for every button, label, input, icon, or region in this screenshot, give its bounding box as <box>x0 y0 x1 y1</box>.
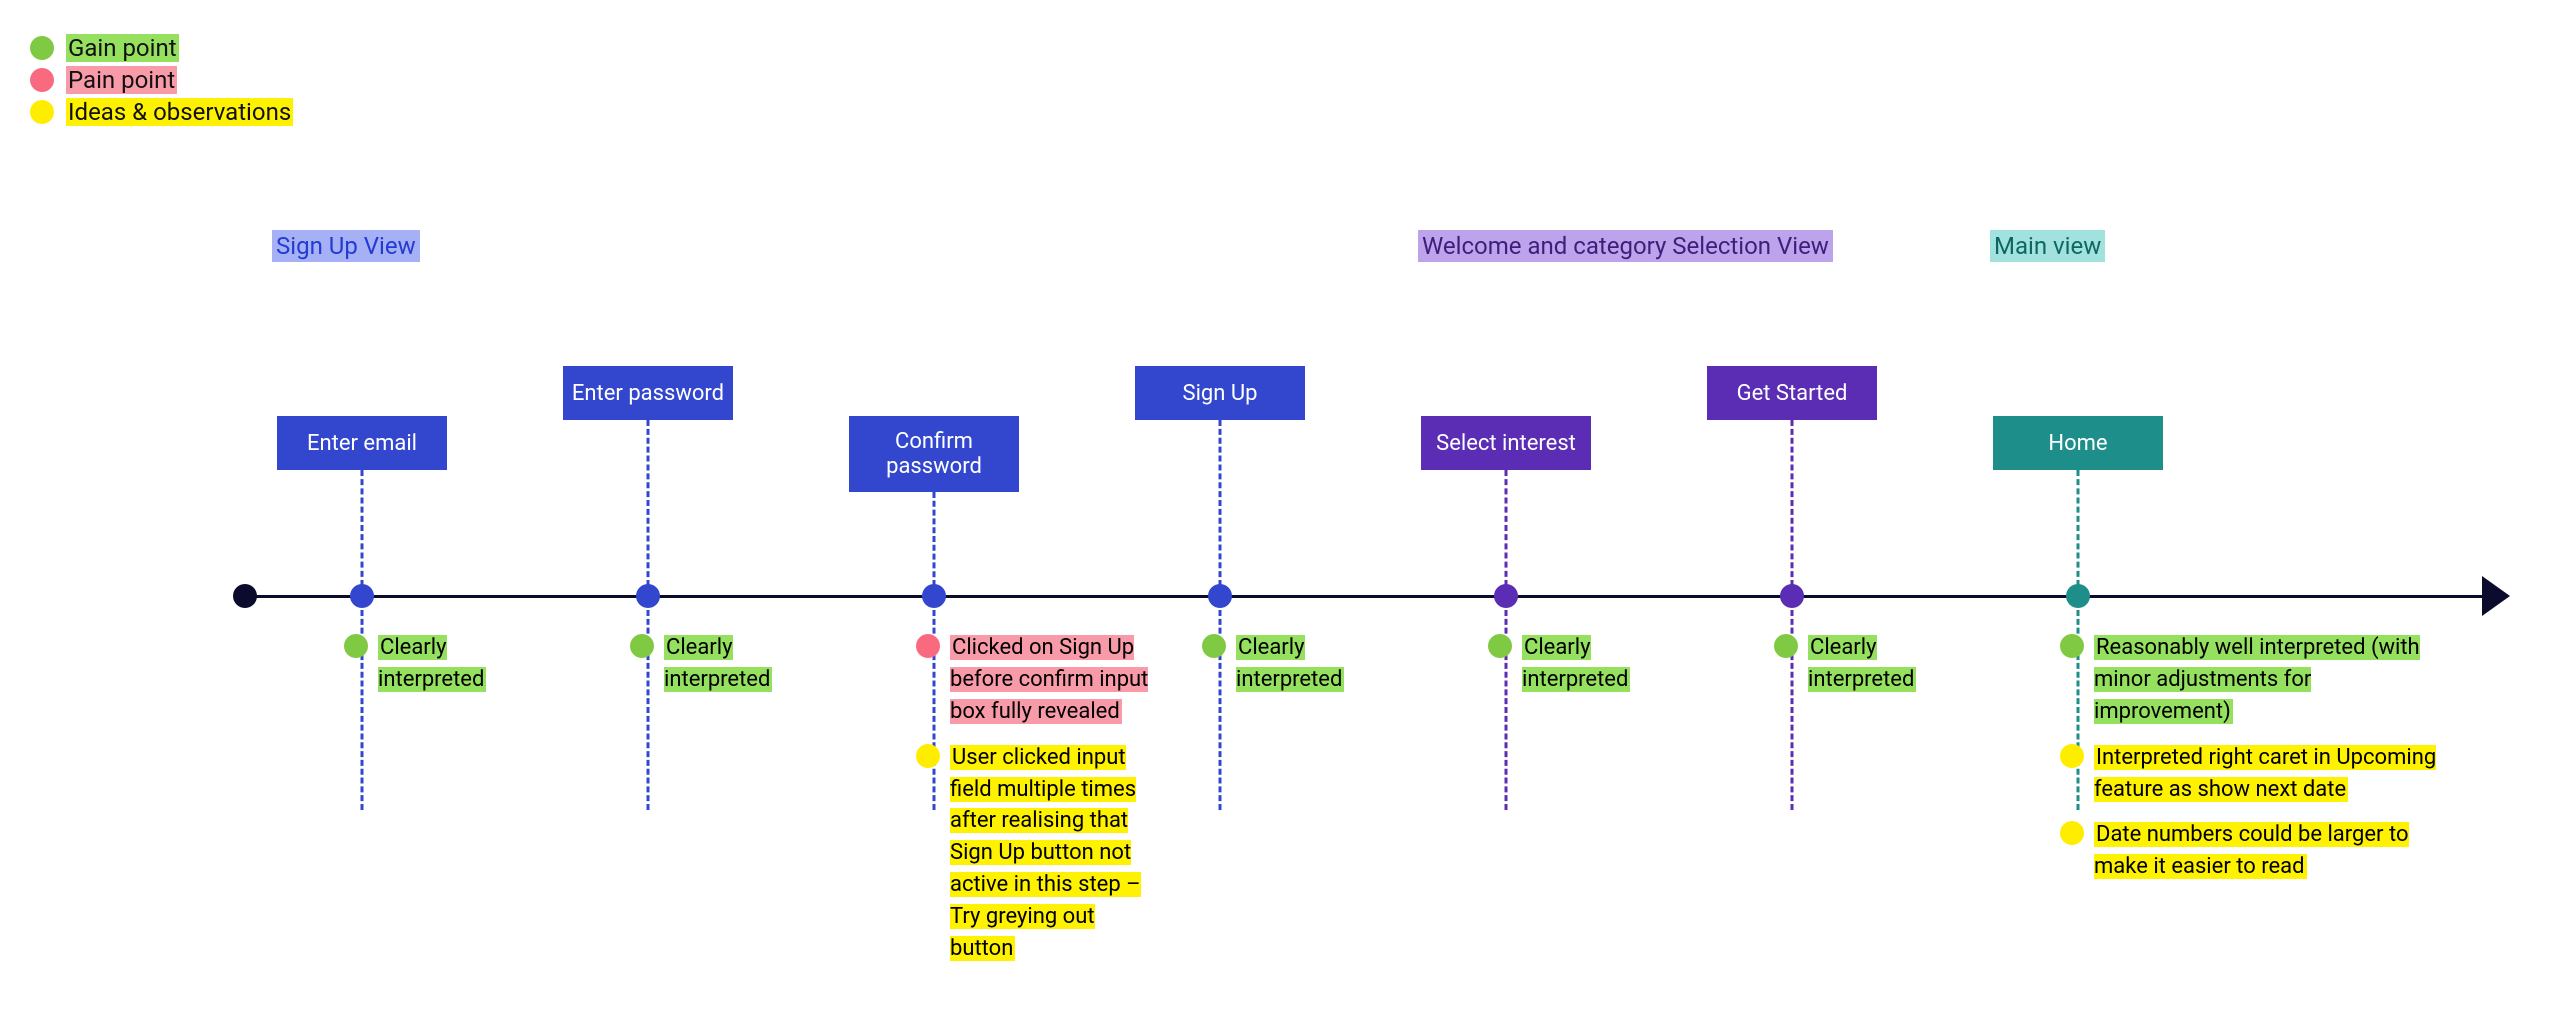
timeline-node-icon <box>1780 584 1804 608</box>
step-home: Home <box>1938 0 2218 470</box>
note-text: Clicked on Sign Up before confirm input … <box>950 635 1148 724</box>
note: Date numbers could be larger to make it … <box>2060 819 2450 883</box>
note-text: Clearly interpreted <box>664 635 772 692</box>
timeline-node-icon <box>1494 584 1518 608</box>
step-sign-up: Sign Up <box>1080 0 1360 420</box>
dot-icon <box>2060 821 2084 845</box>
notes-confirm-password: Clicked on Sign Up before confirm input … <box>916 632 1150 979</box>
dot-icon <box>630 634 654 658</box>
dot-icon <box>30 68 54 92</box>
note-text: User clicked input field multiple times … <box>950 745 1141 961</box>
note: Clearly interpreted <box>1774 632 1978 696</box>
step-enter-password: Enter password <box>508 0 788 420</box>
note: Interpreted right caret in Upcoming feat… <box>2060 742 2450 806</box>
timeline-axis <box>240 595 2493 598</box>
step-select-interest: Select interest <box>1366 0 1646 470</box>
note-text: Clearly interpreted <box>1236 635 1344 692</box>
legend-label: Gain point <box>66 34 179 62</box>
note: Clearly interpreted <box>1488 632 1692 696</box>
step-box: Home <box>1993 416 2163 470</box>
note: Clearly interpreted <box>630 632 834 696</box>
step-confirm-password: Confirm password <box>794 0 1074 492</box>
dot-icon <box>1488 634 1512 658</box>
note-text: Interpreted right caret in Upcoming feat… <box>2094 745 2436 802</box>
step-get-started: Get Started <box>1652 0 1932 420</box>
legend-label: Pain point <box>66 66 177 94</box>
notes-home: Reasonably well interpreted (with minor … <box>2060 632 2450 897</box>
timeline-node-icon <box>2066 584 2090 608</box>
note: Clicked on Sign Up before confirm input … <box>916 632 1150 728</box>
arrow-right-icon <box>2482 576 2510 616</box>
note-text: Clearly interpreted <box>1522 635 1630 692</box>
timeline-node-icon <box>1208 584 1232 608</box>
dot-icon <box>30 100 54 124</box>
note-text: Clearly interpreted <box>378 635 486 692</box>
dot-icon <box>1202 634 1226 658</box>
notes-get-started: Clearly interpreted <box>1774 632 1978 710</box>
step-box: Enter password <box>563 366 733 420</box>
dot-icon <box>916 744 940 768</box>
note-text: Clearly interpreted <box>1808 635 1916 692</box>
dot-icon <box>344 634 368 658</box>
notes-select-interest: Clearly interpreted <box>1488 632 1692 710</box>
note: Clearly interpreted <box>1202 632 1406 696</box>
step-box: Select interest <box>1421 416 1591 470</box>
dot-icon <box>1774 634 1798 658</box>
notes-enter-password: Clearly interpreted <box>630 632 834 710</box>
note-text: Date numbers could be larger to make it … <box>2094 822 2409 879</box>
note: Clearly interpreted <box>344 632 548 696</box>
dot-icon <box>30 36 54 60</box>
step-box: Confirm password <box>849 416 1019 492</box>
timeline-node-icon <box>636 584 660 608</box>
note: Reasonably well interpreted (with minor … <box>2060 632 2450 728</box>
notes-enter-email: Clearly interpreted <box>344 632 548 710</box>
dot-icon <box>916 634 940 658</box>
step-enter-email: Enter email <box>222 0 502 470</box>
note: User clicked input field multiple times … <box>916 742 1150 965</box>
step-box: Sign Up <box>1135 366 1305 420</box>
step-box: Get Started <box>1707 366 1877 420</box>
notes-sign-up: Clearly interpreted <box>1202 632 1406 710</box>
timeline-node-icon <box>922 584 946 608</box>
timeline-node-icon <box>350 584 374 608</box>
dot-icon <box>2060 634 2084 658</box>
note-text: Reasonably well interpreted (with minor … <box>2094 635 2420 724</box>
dot-icon <box>2060 744 2084 768</box>
step-box: Enter email <box>277 416 447 470</box>
